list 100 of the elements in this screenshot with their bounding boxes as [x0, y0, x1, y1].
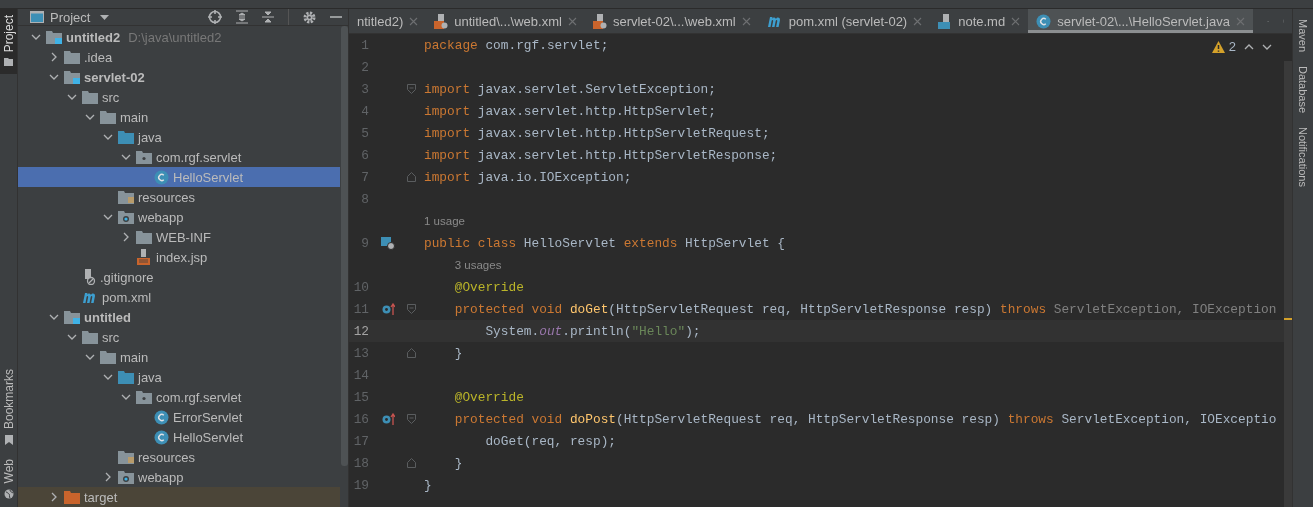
tree-item[interactable]: src [18, 327, 340, 347]
settings-icon[interactable] [303, 10, 316, 24]
tree-item[interactable]: webapp [18, 467, 340, 487]
editor-tab[interactable]: note.md [930, 9, 1029, 33]
tree-item-label: src [102, 89, 120, 105]
code-line: } [453, 345, 463, 361]
chevron-down-icon[interactable] [31, 34, 41, 40]
ignore-file-icon [82, 269, 96, 285]
expand-all-icon[interactable] [236, 10, 248, 24]
editor-tab[interactable]: servlet-02\...\HelloServlet.java [1028, 9, 1253, 33]
editor-tab[interactable]: pom.xml (servlet-02) [758, 9, 931, 33]
folder-icon [136, 150, 152, 164]
scrollbar[interactable] [341, 26, 348, 466]
tab-label: servlet-02\...\HelloServlet.java [1057, 13, 1230, 29]
chevron-down-icon[interactable] [103, 214, 113, 220]
folder-icon [118, 470, 134, 484]
tree-item[interactable]: main [18, 347, 340, 367]
tree-item[interactable]: servlet-02 [18, 67, 340, 87]
tree-item[interactable]: target [18, 487, 340, 507]
chevron-down-icon[interactable] [103, 134, 113, 140]
tree-item-label: webapp [138, 209, 184, 225]
editor-tab[interactable]: ntitled2) [349, 9, 427, 33]
override-icon[interactable] [381, 413, 395, 425]
line-number: 6 [360, 147, 369, 163]
maven-icon [766, 15, 783, 27]
tool-window-tab[interactable]: Web [0, 452, 17, 507]
folder-icon [118, 210, 134, 224]
warning-count[interactable]: 2 [1228, 39, 1236, 54]
chevron-down-icon[interactable] [85, 114, 95, 120]
class-icon [154, 429, 169, 445]
tree-item[interactable]: untitled2 D:\java\untitled2 [18, 27, 340, 47]
chevron-down-icon[interactable] [49, 74, 59, 80]
folder-icon [46, 30, 62, 44]
warning-icon[interactable] [1211, 40, 1225, 53]
caret-icon [100, 14, 110, 20]
usages-hint[interactable]: 1 usage [424, 214, 465, 227]
editor-tab[interactable]: untitled\...\web.xml [426, 9, 585, 33]
chevron-up-icon[interactable] [1244, 43, 1254, 50]
tool-window-tab[interactable]: Notifications [1293, 127, 1313, 188]
project-path: D:\java\untitled2 [128, 29, 222, 45]
tree-item[interactable]: src [18, 87, 340, 107]
folder-icon [118, 370, 134, 384]
servlet-icon[interactable] [381, 236, 395, 250]
code-line: import java.io.IOException; [424, 169, 632, 185]
collapse-all-icon[interactable] [262, 10, 274, 24]
line-number: 3 [360, 81, 369, 97]
tree-item[interactable]: pom.xml [18, 287, 340, 307]
chevron-right-icon[interactable] [51, 52, 57, 62]
tree-item-label: HelloServlet [173, 169, 244, 185]
tree-item[interactable]: HelloServlet [18, 427, 340, 447]
tree-item[interactable]: webapp [18, 207, 340, 227]
tree-item[interactable]: main [18, 107, 340, 127]
chevron-down-icon[interactable] [49, 314, 59, 320]
usages-hint[interactable]: 3 usages [454, 258, 502, 271]
code-line: public class HelloServlet extends HttpServlet { [424, 235, 785, 251]
chevron-down-icon[interactable] [67, 334, 77, 340]
chevron-down-icon[interactable] [121, 154, 131, 160]
tree-item[interactable]: java [18, 367, 340, 387]
crosshair-icon[interactable] [208, 10, 222, 24]
tab-label: note.md [958, 13, 1006, 29]
chevron-down-icon[interactable] [121, 394, 131, 400]
project-view-dropdown[interactable]: Project [50, 9, 110, 25]
tree-item[interactable]: untitled [18, 307, 340, 327]
override-icon[interactable] [381, 303, 395, 315]
bookmark-icon [4, 434, 13, 445]
tool-window-tab[interactable]: Project [0, 9, 17, 75]
tree-item[interactable]: java [18, 127, 340, 147]
chevron-right-icon[interactable] [123, 232, 129, 242]
chevron-down-icon[interactable] [103, 374, 113, 380]
tree-item[interactable]: .gitignore [18, 267, 340, 287]
chevron-right-icon[interactable] [51, 492, 57, 502]
line-number: 8 [360, 191, 369, 207]
tree-item-label: .idea [84, 49, 113, 65]
chevron-down-icon[interactable] [1262, 43, 1272, 50]
editor-tab[interactable]: servlet-02\...\web.xml [584, 9, 759, 33]
tree-item[interactable]: ErrorServlet [18, 407, 340, 427]
tree-item[interactable]: com.rgf.servlet [18, 387, 340, 407]
tree-item[interactable]: .idea [18, 47, 340, 67]
chevron-down-icon[interactable] [85, 354, 95, 360]
tree-item[interactable]: com.rgf.servlet [18, 147, 340, 167]
tool-window-tab[interactable]: Database [1293, 66, 1313, 114]
tree-item[interactable]: resources [18, 447, 340, 467]
tree-item[interactable]: resources [18, 187, 340, 207]
tree-item-label: main [120, 349, 149, 365]
code-line: protected void doGet(HttpServletRequest req, HttpServletResponse resp) throws ServletException, IOException [453, 301, 1277, 317]
line-number: 18 [352, 455, 369, 471]
tree-item[interactable]: WEB-INF [18, 227, 340, 247]
tree-item-label: resources [138, 449, 196, 465]
tool-window-tab[interactable]: Bookmarks [0, 362, 17, 453]
chevron-right-icon[interactable] [105, 472, 111, 482]
scrollbar[interactable] [1284, 61, 1292, 507]
tree-item[interactable]: index.jsp [18, 247, 340, 267]
tool-window-tab[interactable]: Maven [1293, 19, 1313, 53]
folder-icon [118, 450, 134, 464]
tab-label: untitled\...\web.xml [454, 13, 562, 29]
folder-icon [136, 390, 152, 404]
chevron-down-icon[interactable] [67, 94, 77, 100]
tree-item-label: WEB-INF [156, 229, 211, 245]
code-line: package com.rgf.servlet; [424, 37, 609, 53]
class-icon [1036, 13, 1052, 29]
